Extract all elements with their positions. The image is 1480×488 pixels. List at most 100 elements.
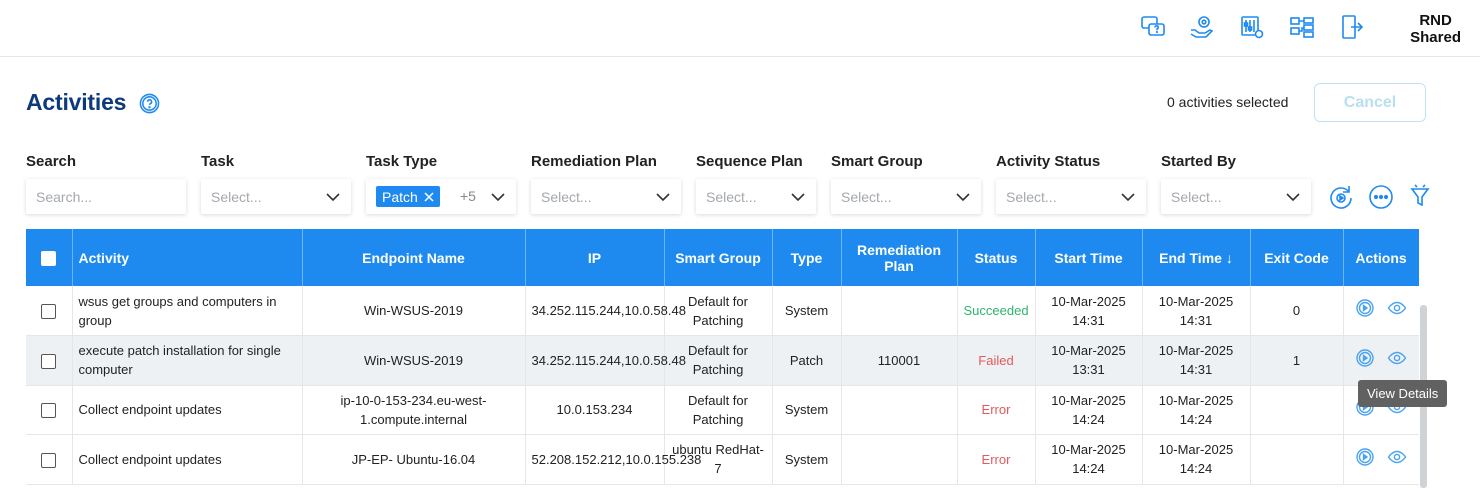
row-checkbox[interactable]: [41, 452, 57, 468]
managed-services-icon[interactable]: [1187, 12, 1217, 42]
cell-type: Patch: [772, 335, 842, 386]
cell-remediation-plan: [841, 385, 958, 435]
table-row[interactable]: Collect endpoint updates JP-EP- Ubuntu-1…: [26, 434, 1419, 485]
view-details-icon[interactable]: [1387, 298, 1407, 318]
play-icon[interactable]: [1355, 447, 1375, 467]
row-select-cell[interactable]: [26, 385, 73, 435]
cell-status: Failed: [957, 335, 1036, 386]
col-endpoint-name[interactable]: Endpoint Name: [302, 229, 526, 286]
view-details-icon[interactable]: [1387, 348, 1407, 368]
cell-end-time: 10-Mar-2025 14:24: [1142, 434, 1251, 485]
org-line-1: RND: [1419, 12, 1452, 29]
row-checkbox[interactable]: [41, 353, 57, 369]
task-type-chip: Patch: [376, 186, 440, 207]
chevron-down-icon: [1286, 193, 1300, 202]
cell-exit-code: [1250, 434, 1344, 485]
filter-label-smart-group: Smart Group: [831, 153, 923, 170]
cell-endpoint: ip-10-0-153-234.eu-west-1.compute.intern…: [302, 385, 526, 435]
cell-exit-code: 0: [1250, 286, 1344, 336]
cell-start-time: 10-Mar-2025 13:31: [1035, 335, 1143, 386]
chevron-down-icon: [326, 193, 340, 202]
select-all-checkbox[interactable]: [41, 250, 57, 266]
filter-label-remediation-plan: Remediation Plan: [531, 153, 657, 170]
remove-chip-icon[interactable]: [424, 191, 434, 202]
smart-group-select[interactable]: Select...: [831, 179, 981, 214]
activity-status-placeholder: Select...: [1006, 188, 1057, 205]
filter-label-task-type: Task Type: [366, 153, 438, 170]
col-actions: Actions: [1343, 229, 1419, 286]
row-select-cell[interactable]: [26, 286, 73, 336]
cell-actions: [1343, 335, 1419, 386]
activities-table: Activity Endpoint Name IP Smart Group Ty…: [26, 229, 1419, 488]
cell-activity: execute patch installation for single co…: [72, 335, 303, 386]
col-ip[interactable]: IP: [525, 229, 665, 286]
page-title: Activities: [26, 89, 127, 115]
row-select-cell[interactable]: [26, 335, 73, 386]
table-row[interactable]: Collect endpoint updates ip-10-0-153-234…: [26, 385, 1419, 435]
col-activity[interactable]: Activity: [72, 229, 303, 286]
cell-status: Error: [957, 434, 1036, 485]
view-details-icon[interactable]: [1387, 447, 1407, 467]
refresh-icon[interactable]: [1327, 183, 1355, 211]
organization-name[interactable]: RND Shared: [1410, 12, 1461, 46]
activity-status-select[interactable]: Select...: [996, 179, 1146, 214]
cell-ip: 10.0.153.234: [525, 385, 665, 435]
chip-label: Patch: [382, 188, 418, 205]
col-smart-group[interactable]: Smart Group: [664, 229, 773, 286]
remediation-plan-placeholder: Select...: [541, 188, 592, 205]
filter-label-sequence-plan: Sequence Plan: [696, 153, 803, 170]
cell-type: System: [772, 385, 842, 435]
cell-remediation-plan: 110001: [841, 335, 958, 386]
row-checkbox[interactable]: [41, 304, 57, 320]
chevron-down-icon: [1121, 193, 1135, 202]
more-count: +5: [460, 188, 476, 204]
col-start-time[interactable]: Start Time: [1035, 229, 1143, 286]
cell-actions: [1343, 434, 1419, 485]
select-all-cell[interactable]: [26, 229, 73, 286]
cell-start-time: 10-Mar-2025 14:24: [1035, 385, 1143, 435]
cell-smart-group: Default for Patching: [664, 385, 773, 435]
cell-end-time: 10-Mar-2025 14:24: [1142, 385, 1251, 435]
cell-status: Error: [957, 385, 1036, 435]
cell-exit-code: [1250, 385, 1344, 435]
search-input[interactable]: Search...: [26, 179, 186, 214]
cell-type: System: [772, 286, 842, 336]
play-icon[interactable]: [1355, 298, 1375, 318]
filter-label-search: Search: [26, 153, 77, 170]
cell-activity: Collect endpoint updates: [72, 385, 303, 435]
col-exit-code[interactable]: Exit Code: [1250, 229, 1344, 286]
logout-icon[interactable]: [1337, 12, 1367, 42]
cancel-button[interactable]: Cancel: [1314, 83, 1426, 122]
cell-status: Succeeded: [957, 286, 1036, 336]
row-checkbox[interactable]: [41, 403, 57, 419]
table-header-row: Activity Endpoint Name IP Smart Group Ty…: [26, 229, 1419, 286]
help-icon[interactable]: [139, 93, 160, 114]
col-status[interactable]: Status: [957, 229, 1036, 286]
search-placeholder: Search...: [36, 188, 93, 205]
row-select-cell[interactable]: [26, 434, 73, 485]
table-row[interactable]: execute patch installation for single co…: [26, 335, 1419, 386]
more-options-icon[interactable]: [1367, 183, 1395, 211]
play-icon[interactable]: [1355, 348, 1375, 368]
table-row[interactable]: wsus get groups and computers in group W…: [26, 286, 1419, 336]
cell-activity: Collect endpoint updates: [72, 434, 303, 485]
sequence-plan-select[interactable]: Select...: [696, 179, 816, 214]
cell-actions: [1343, 286, 1419, 336]
settings-sliders-icon[interactable]: [1237, 12, 1267, 42]
started-by-select[interactable]: Select...: [1161, 179, 1311, 214]
help-chat-icon[interactable]: [1138, 12, 1168, 42]
cell-start-time: 10-Mar-2025 14:31: [1035, 286, 1143, 336]
col-end-time[interactable]: End Time ↓: [1142, 229, 1251, 286]
col-remediation-plan[interactable]: Remediation Plan: [841, 229, 958, 286]
network-diagram-icon[interactable]: [1287, 12, 1317, 42]
clear-filter-icon[interactable]: [1406, 183, 1434, 211]
col-type[interactable]: Type: [772, 229, 842, 286]
started-by-placeholder: Select...: [1171, 188, 1222, 205]
task-type-select[interactable]: Patch +5: [366, 179, 516, 214]
cell-exit-code: 1: [1250, 335, 1344, 386]
col-end-time-label: End Time: [1159, 249, 1222, 266]
cell-end-time: 10-Mar-2025 14:31: [1142, 335, 1251, 386]
task-select[interactable]: Select...: [201, 179, 351, 214]
remediation-plan-select[interactable]: Select...: [531, 179, 681, 214]
filter-label-activity-status: Activity Status: [996, 153, 1101, 170]
